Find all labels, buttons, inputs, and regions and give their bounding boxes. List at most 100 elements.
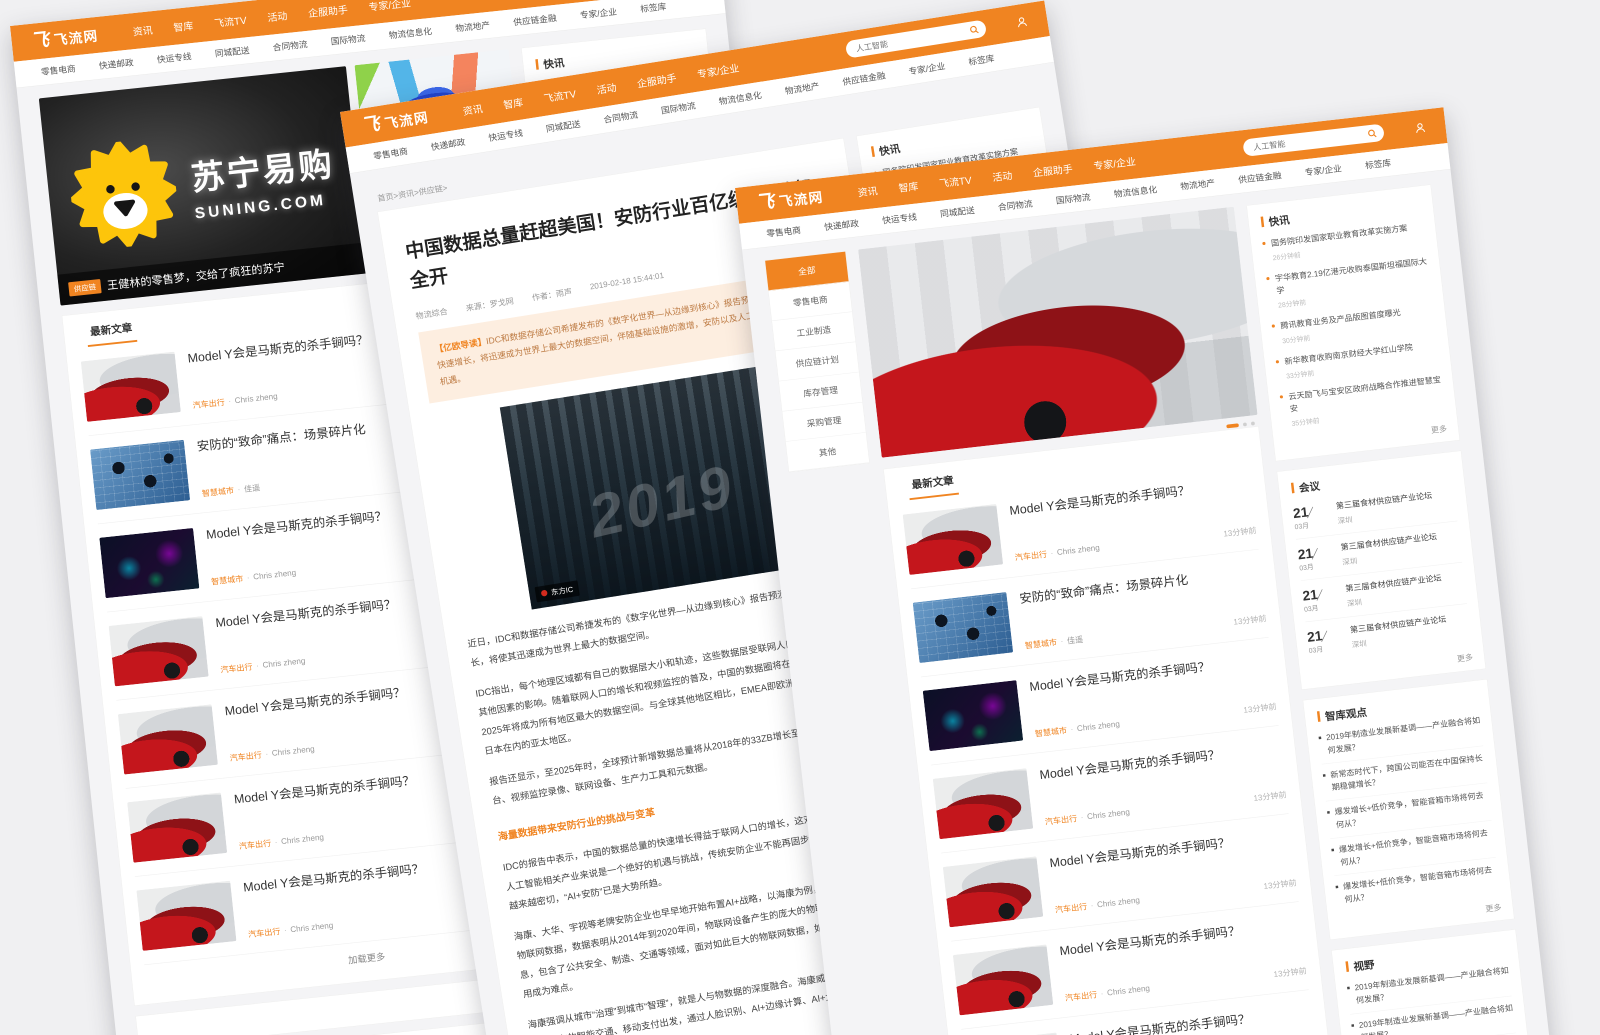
main-nav-item[interactable]: 企服助手 bbox=[636, 70, 678, 91]
article-category[interactable]: 物流综合 bbox=[415, 305, 449, 322]
article-category-tag[interactable]: 智慧城市 bbox=[1034, 724, 1067, 739]
main-nav-item[interactable]: 专家/企业 bbox=[368, 0, 412, 14]
article-author[interactable]: Chris zheng bbox=[1097, 895, 1141, 909]
sub-nav-item[interactable]: 合同物流 bbox=[997, 197, 1033, 213]
main-nav-item[interactable]: 活动 bbox=[992, 167, 1013, 184]
article-author[interactable]: Chris zheng bbox=[1086, 807, 1130, 821]
sub-nav-item[interactable]: 专家/企业 bbox=[1304, 162, 1342, 179]
site-logo[interactable]: 飞 飞流网 bbox=[29, 25, 99, 52]
main-nav-item[interactable]: 资讯 bbox=[132, 22, 153, 39]
sub-nav-item[interactable]: 快运专线 bbox=[156, 50, 192, 66]
sub-nav-item[interactable]: 物流信息化 bbox=[1113, 183, 1158, 200]
sub-nav-item[interactable]: 快递邮政 bbox=[98, 56, 134, 72]
article-category-tag[interactable]: 汽车出行 bbox=[248, 925, 281, 940]
article-author[interactable]: Chris zheng bbox=[253, 568, 297, 582]
hero-category-tag[interactable]: 供应链 bbox=[68, 279, 102, 297]
main-nav-item[interactable]: 智库 bbox=[898, 178, 919, 195]
sub-nav-item[interactable]: 国际物流 bbox=[660, 99, 696, 117]
main-nav-item[interactable]: 智库 bbox=[502, 94, 524, 112]
main-nav-item[interactable]: 专家/企业 bbox=[696, 60, 740, 81]
sub-nav-item[interactable]: 供应链金融 bbox=[841, 69, 886, 88]
article-author[interactable]: Chris zheng bbox=[1076, 719, 1120, 733]
main-nav-item[interactable]: 资讯 bbox=[462, 100, 484, 118]
sub-nav-item[interactable]: 专家/企业 bbox=[579, 5, 617, 21]
sub-nav-item[interactable]: 供应链金融 bbox=[513, 12, 557, 29]
sub-nav-item[interactable]: 快递邮政 bbox=[430, 136, 466, 154]
sub-nav-item[interactable]: 同城配送 bbox=[214, 44, 250, 60]
sub-nav-item[interactable]: 快递邮政 bbox=[824, 217, 860, 233]
site-logo[interactable]: 飞 飞流网 bbox=[754, 186, 824, 213]
article-category-tag[interactable]: 汽车出行 bbox=[1014, 548, 1047, 563]
main-nav-item[interactable]: 专家/企业 bbox=[1093, 153, 1137, 173]
search-button[interactable] bbox=[964, 22, 985, 38]
article-category-tag[interactable]: 汽车出行 bbox=[238, 837, 271, 852]
main-nav-item[interactable]: 企服助手 bbox=[1032, 160, 1073, 179]
article-category-tag[interactable]: 汽车出行 bbox=[1064, 988, 1097, 1003]
sub-nav-item[interactable]: 同城配送 bbox=[545, 117, 581, 135]
date-slash-icon bbox=[1308, 507, 1314, 518]
bullet-icon bbox=[1327, 811, 1330, 814]
article-author[interactable]: Chris zheng bbox=[290, 920, 334, 934]
search-input[interactable] bbox=[854, 26, 966, 54]
main-nav-item[interactable]: 飞流TV bbox=[543, 86, 577, 106]
article-category-tag[interactable]: 汽车出行 bbox=[220, 660, 253, 675]
main-nav-item[interactable]: 活动 bbox=[595, 79, 617, 97]
article-author[interactable]: 佳遥 bbox=[243, 481, 260, 494]
sub-nav-item[interactable]: 物流信息化 bbox=[718, 89, 763, 108]
article-category-tag[interactable]: 汽车出行 bbox=[1044, 812, 1077, 827]
article-category-tag[interactable]: 汽车出行 bbox=[229, 748, 262, 763]
main-nav-item[interactable]: 资讯 bbox=[857, 182, 878, 199]
sub-nav-item[interactable]: 标签库 bbox=[1364, 156, 1391, 171]
article-category-tag[interactable]: 智慧城市 bbox=[1024, 636, 1057, 651]
sub-nav-item[interactable]: 快运专线 bbox=[882, 210, 918, 226]
sub-nav-item[interactable]: 标签库 bbox=[968, 52, 996, 68]
sub-nav-item[interactable]: 国际物流 bbox=[1055, 191, 1091, 207]
carousel-dot[interactable] bbox=[1251, 421, 1255, 425]
article-category-tag[interactable]: 智慧城市 bbox=[211, 572, 244, 587]
sub-nav-item[interactable]: 物流地产 bbox=[784, 80, 820, 98]
main-nav-item[interactable]: 智库 bbox=[173, 17, 194, 34]
article-author[interactable]: Chris zheng bbox=[1107, 983, 1151, 997]
article-author[interactable]: 佳遥 bbox=[1066, 633, 1083, 647]
carousel-dot[interactable] bbox=[1243, 422, 1247, 426]
main-nav-item[interactable]: 飞流TV bbox=[213, 12, 247, 30]
hero-caption-text[interactable]: 王健林的零售梦，交给了疯狂的苏宁 bbox=[106, 258, 285, 293]
sub-nav-item[interactable]: 物流地产 bbox=[455, 19, 491, 35]
article-author[interactable]: Chris zheng bbox=[262, 656, 306, 670]
site-logo[interactable]: 飞 飞流网 bbox=[360, 106, 430, 136]
sub-nav-item[interactable]: 专家/企业 bbox=[908, 60, 947, 78]
search-input[interactable] bbox=[1251, 129, 1363, 152]
sub-nav-item[interactable]: 供应链金融 bbox=[1238, 169, 1283, 186]
article-category-tag[interactable]: 智慧城市 bbox=[201, 484, 234, 499]
flash-news-card: 快讯 国务院印发国家职业教育改革实施方案 26分钟前 bbox=[1246, 184, 1460, 461]
main-nav-item[interactable]: 飞流TV bbox=[938, 172, 972, 190]
sub-nav-item[interactable]: 物流地产 bbox=[1180, 176, 1216, 192]
hero-banner-suning[interactable]: 苏宁易购 SUNING.COM 供应链 王健林的零售梦，交给了疯狂的苏宁 bbox=[39, 66, 368, 305]
main-nav-item[interactable]: 活动 bbox=[267, 8, 288, 25]
article-time: 13分钟前 bbox=[1253, 788, 1287, 803]
article-author[interactable]: Chris zheng bbox=[281, 832, 325, 846]
sub-nav-item[interactable]: 零售电商 bbox=[40, 62, 76, 78]
hero-carousel-image-tesla[interactable] bbox=[858, 207, 1257, 458]
sub-nav-item[interactable]: 合同物流 bbox=[603, 108, 639, 126]
sub-nav-item[interactable]: 国际物流 bbox=[330, 32, 366, 48]
article-author[interactable]: Chris zheng bbox=[1056, 543, 1100, 557]
user-account-button[interactable] bbox=[1014, 14, 1030, 30]
meeting-date: 2103月 bbox=[1292, 502, 1329, 532]
article-category-tag[interactable]: 汽车出行 bbox=[1054, 900, 1087, 915]
sub-nav-item[interactable]: 同城配送 bbox=[939, 204, 975, 220]
sub-nav-item[interactable]: 标签库 bbox=[640, 0, 667, 15]
article-title[interactable]: Model Y会是马斯克的杀手锏吗？ bbox=[1009, 475, 1252, 520]
sub-nav-item[interactable]: 物流信息化 bbox=[388, 25, 432, 42]
sub-nav-item[interactable]: 零售电商 bbox=[766, 224, 802, 240]
article-category-tag[interactable]: 汽车出行 bbox=[192, 396, 225, 411]
article-author[interactable]: Chris zheng bbox=[234, 391, 278, 405]
sub-nav-item[interactable]: 合同物流 bbox=[272, 38, 308, 54]
search-button[interactable] bbox=[1362, 126, 1382, 142]
article-thumbnail bbox=[109, 616, 209, 686]
user-account-button[interactable] bbox=[1413, 120, 1428, 135]
sub-nav-item[interactable]: 零售电商 bbox=[372, 145, 408, 163]
article-author[interactable]: Chris zheng bbox=[271, 744, 315, 758]
main-nav-item[interactable]: 企服助手 bbox=[307, 1, 348, 20]
sub-nav-item[interactable]: 快运专线 bbox=[488, 127, 524, 145]
